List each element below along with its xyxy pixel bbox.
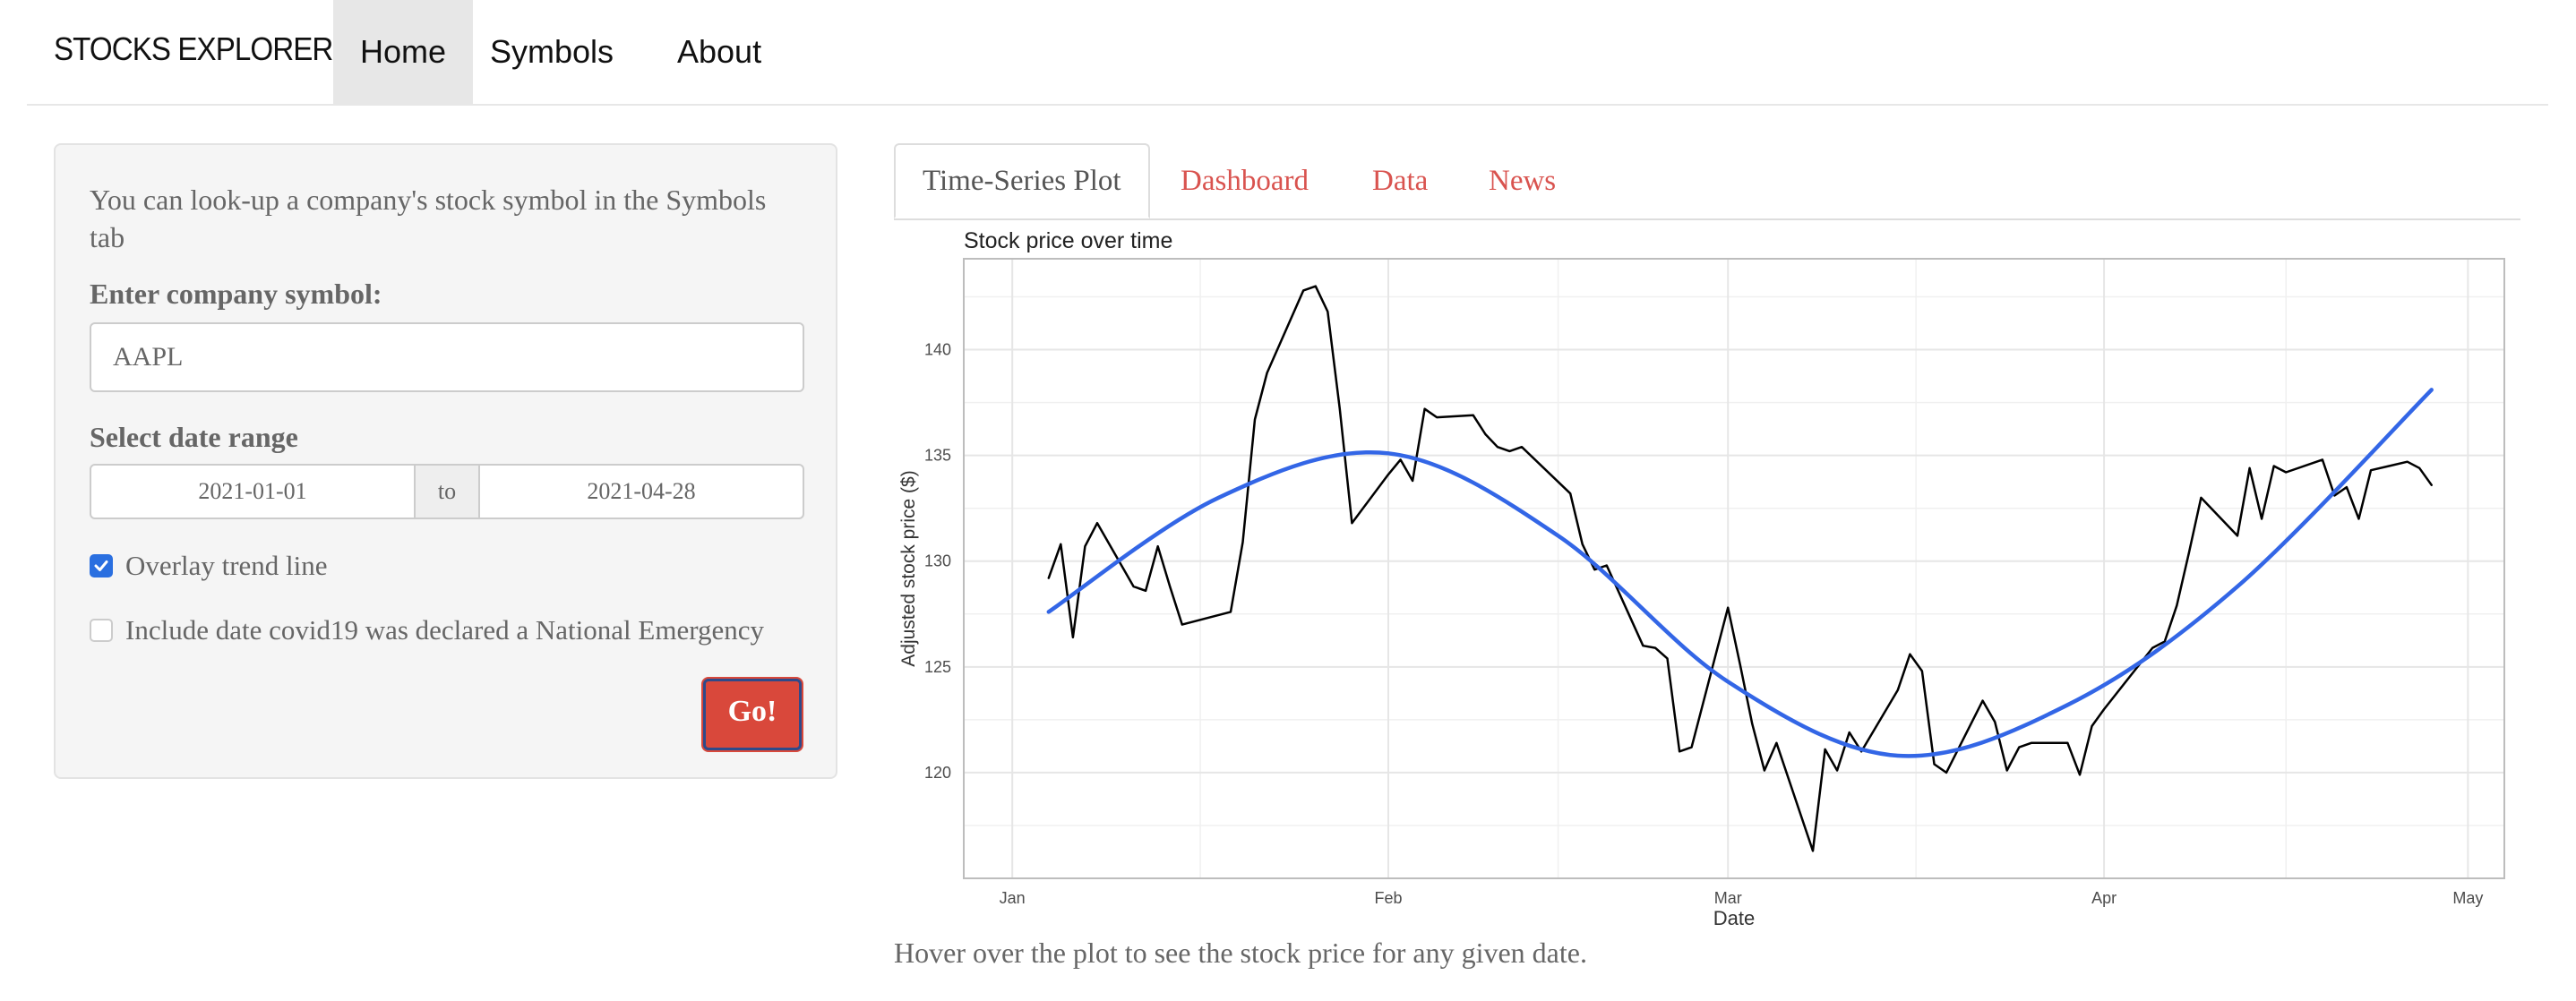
date-range-label: Select date range <box>90 421 298 453</box>
tab-news[interactable]: News <box>1462 143 1583 218</box>
covid-date-label: Include date covid19 was declared a Nati… <box>125 614 764 646</box>
stock-price-chart[interactable]: 120 125 130 135 140 Jan Feb Mar Apr May Stock pric… <box>892 218 2522 935</box>
tab-time-series-plot[interactable]: Time-Series Plot <box>894 143 1150 218</box>
covid-date-checkbox[interactable] <box>90 619 113 642</box>
y-tick-label: 125 <box>924 658 951 676</box>
nav-about[interactable]: About <box>650 0 788 104</box>
chart-canvas[interactable]: 120 125 130 135 140 Jan Feb Mar Apr May Stock pric… <box>892 218 2522 935</box>
x-tick-label: Apr <box>2091 889 2117 907</box>
trend-line-option[interactable]: Overlay trend line <box>90 550 328 582</box>
chart-title: Stock price over time <box>964 228 1172 253</box>
end-date-input[interactable]: 2021-04-28 <box>478 464 804 519</box>
y-tick-label: 140 <box>924 341 951 359</box>
navbar: STOCKS EXPLORER Home Symbols About <box>27 0 2548 106</box>
tab-data[interactable]: Data <box>1345 143 1455 218</box>
covid-date-option[interactable]: Include date covid19 was declared a Nati… <box>90 614 764 646</box>
start-date-input[interactable]: 2021-01-01 <box>90 464 416 519</box>
y-tick-label: 120 <box>924 764 951 782</box>
x-tick-label: May <box>2452 889 2483 907</box>
price-line <box>1047 285 2433 852</box>
symbol-input[interactable]: AAPL <box>90 322 804 392</box>
x-tick-label: Mar <box>1714 889 1742 907</box>
trend-line <box>1046 388 2434 758</box>
hover-hint: Hover over the plot to see the stock pri… <box>894 937 1587 969</box>
symbol-label: Enter company symbol: <box>90 278 382 310</box>
tab-dashboard[interactable]: Dashboard <box>1154 143 1335 218</box>
date-separator: to <box>416 464 478 519</box>
x-tick-label: Jan <box>1000 889 1026 907</box>
y-tick-label: 135 <box>924 447 951 465</box>
brand-title[interactable]: STOCKS EXPLORER <box>54 30 333 68</box>
tab-bar: Time-Series Plot Dashboard Data News <box>894 143 2520 220</box>
y-axis-title: Adjusted stock price ($) <box>898 470 919 666</box>
trend-line-checkbox[interactable] <box>90 554 113 578</box>
x-axis-title: Date <box>1713 907 1755 929</box>
go-button[interactable]: Go! <box>703 679 802 750</box>
nav-symbols[interactable]: Symbols <box>463 0 640 104</box>
symbol-hint: You can look-up a company's stock symbol… <box>90 184 767 253</box>
x-tick-label: Feb <box>1375 889 1403 907</box>
nav-home[interactable]: Home <box>333 0 474 104</box>
y-tick-label: 130 <box>924 552 951 570</box>
trend-line-label: Overlay trend line <box>125 550 328 581</box>
plot-panel-border <box>963 258 2505 879</box>
date-range-input: 2021-01-01 to 2021-04-28 <box>90 464 804 519</box>
sidebar-panel: You can look-up a company's stock symbol… <box>54 143 837 779</box>
checkmark-icon <box>94 560 108 571</box>
